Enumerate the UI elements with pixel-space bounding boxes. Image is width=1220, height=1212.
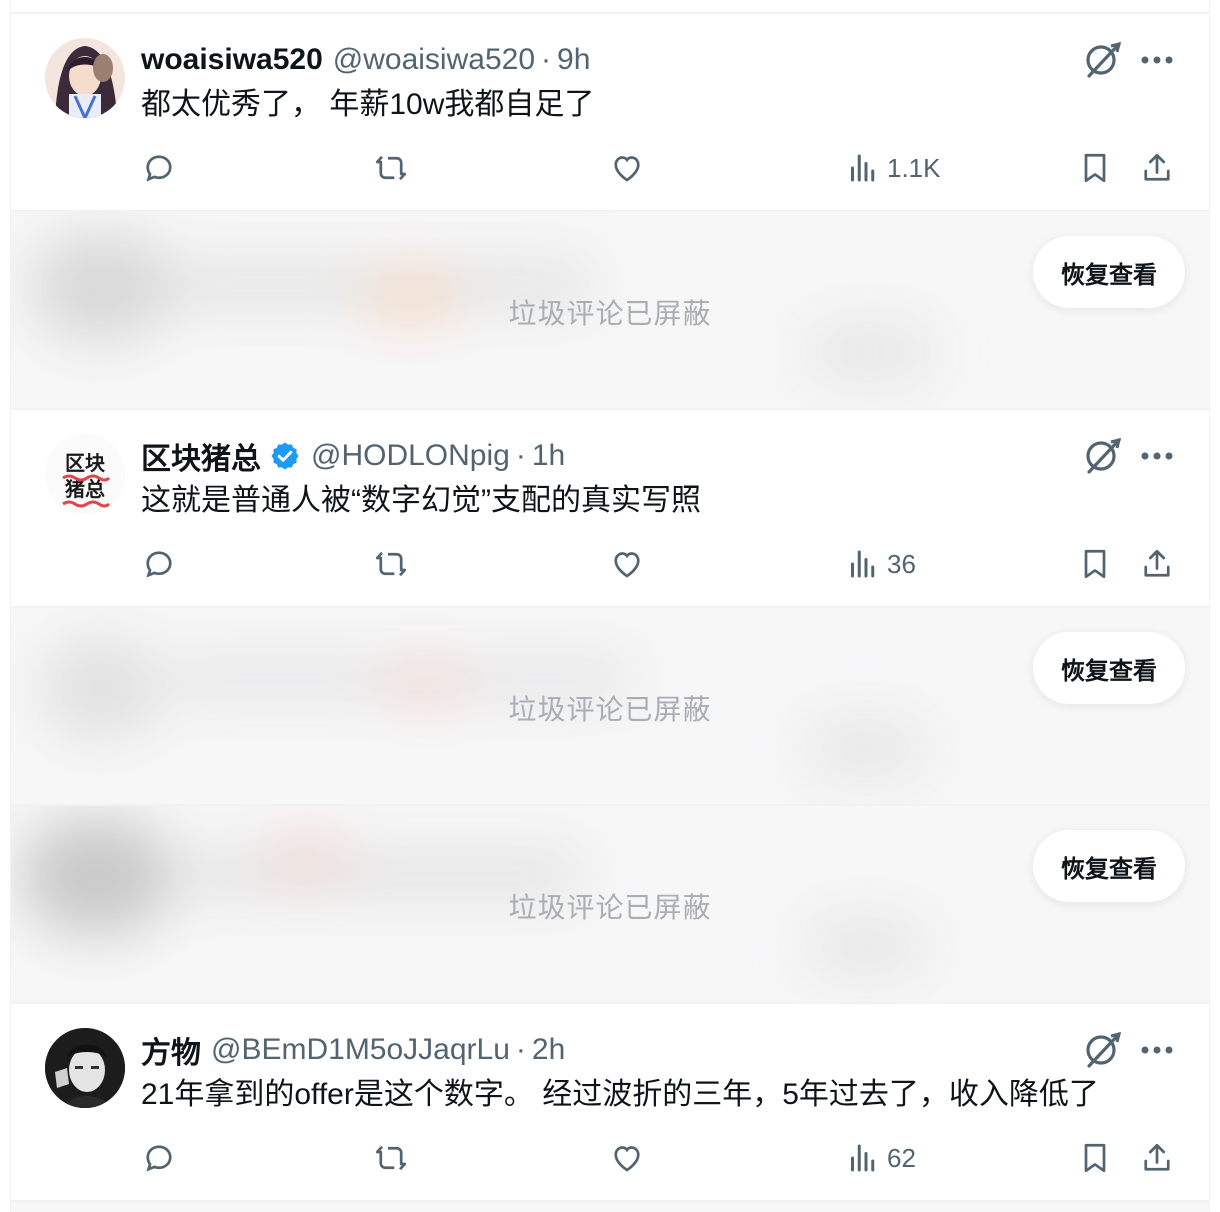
retweet-icon: [375, 1145, 407, 1171]
like-icon: [614, 552, 640, 578]
separator: ·: [541, 43, 552, 76]
views-button[interactable]: 1.1K: [845, 144, 941, 192]
restore-view-button[interactable]: 恢复查看: [1033, 632, 1185, 704]
bookmark-icon: [1084, 153, 1106, 183]
retweet-button[interactable]: [373, 1134, 409, 1182]
views-count: 62: [887, 1142, 916, 1173]
tweet[interactable]: 方物 @BEmD1M5oJJaqrLu · 2h 21年拿到的offer是这个数…: [11, 1004, 1209, 1202]
bookmark-icon: [1084, 549, 1106, 579]
tweet-text: 21年拿到的offer是这个数字。 经过波折的三年，5年过去了，收入降低了: [141, 1078, 1099, 1111]
reply-button[interactable]: [141, 1134, 177, 1182]
tweet[interactable]: woaisiwa520 @woaisiwa520 · 9h 都太优秀了， 年薪1…: [11, 12, 1209, 212]
bookmark-button[interactable]: [1077, 144, 1113, 192]
share-button[interactable]: [1139, 144, 1175, 192]
timestamp[interactable]: 9h: [557, 43, 590, 77]
hidden-reply: 垃圾评论已屏蔽 恢复查看: [11, 806, 1209, 1004]
retweet-icon: [375, 551, 407, 577]
like-icon: [614, 1146, 640, 1172]
display-name[interactable]: 方物: [141, 1028, 201, 1072]
bookmark-icon: [1084, 1143, 1106, 1173]
tweet-text: 都太优秀了， 年薪10w我都自足了: [141, 88, 595, 121]
more-icon[interactable]: [1135, 38, 1179, 82]
restore-view-button[interactable]: 恢复查看: [1033, 830, 1185, 902]
retweet-button[interactable]: [373, 540, 409, 588]
share-button[interactable]: [1139, 540, 1175, 588]
avatar-text-top: 区块: [65, 451, 106, 475]
grok-icon[interactable]: [1081, 38, 1125, 82]
hidden-label: 垃圾评论已屏蔽: [508, 892, 712, 923]
share-button[interactable]: [1139, 1134, 1175, 1182]
grok-icon[interactable]: [1081, 434, 1125, 478]
tweet[interactable]: 区块 猪总 区块猪总 @HODLONpig · 1h 这就是普通人被“数字幻觉”…: [11, 410, 1209, 608]
share-icon: [1144, 153, 1170, 181]
tweet-header: 区块猪总 @HODLONpig · 1h: [141, 434, 565, 478]
reply-button[interactable]: [141, 144, 177, 192]
action-bar: 1.1K: [11, 144, 1209, 192]
tweet-header: woaisiwa520 @woaisiwa520 · 9h: [141, 38, 590, 82]
reply-button[interactable]: [141, 540, 177, 588]
action-bar: 62: [11, 1134, 1209, 1182]
avatar[interactable]: 区块 猪总: [45, 434, 125, 514]
views-count: 1.1K: [887, 152, 941, 183]
timestamp[interactable]: 1h: [532, 439, 565, 473]
like-button[interactable]: [609, 540, 645, 588]
avatar[interactable]: [45, 1028, 125, 1108]
retweet-icon: [375, 155, 407, 181]
hidden-label: 垃圾评论已屏蔽: [508, 298, 712, 329]
user-handle[interactable]: @BEmD1M5oJJaqrLu: [211, 1033, 510, 1067]
separator: ·: [515, 1033, 526, 1066]
hidden-reply: 垃圾评论已屏蔽 恢复查看: [11, 608, 1209, 806]
more-icon[interactable]: [1135, 434, 1179, 478]
user-handle[interactable]: @woaisiwa520: [333, 43, 535, 77]
hidden-reply-partial: [11, 1202, 1209, 1212]
hidden-label: 垃圾评论已屏蔽: [508, 694, 712, 725]
avatar[interactable]: [45, 38, 125, 118]
views-button[interactable]: 62: [845, 1134, 916, 1182]
user-handle[interactable]: @HODLONpig: [311, 439, 510, 473]
grok-icon[interactable]: [1081, 1028, 1125, 1072]
views-button[interactable]: 36: [845, 540, 916, 588]
timestamp[interactable]: 2h: [532, 1033, 565, 1067]
views-icon: [851, 1144, 875, 1172]
retweet-button[interactable]: [373, 144, 409, 192]
views-icon: [851, 154, 875, 182]
verified-badge-icon: [269, 440, 301, 472]
display-name[interactable]: woaisiwa520: [141, 43, 323, 77]
share-icon: [1144, 549, 1170, 577]
more-icon[interactable]: [1135, 1028, 1179, 1072]
like-button[interactable]: [609, 144, 645, 192]
like-icon: [614, 156, 640, 182]
reply-icon: [146, 1145, 172, 1172]
views-count: 36: [887, 548, 916, 579]
hidden-reply: 垃圾评论已屏蔽 恢复查看: [11, 212, 1209, 410]
tweet-text: 这就是普通人被“数字幻觉”支配的真实写照: [141, 484, 701, 517]
display-name[interactable]: 区块猪总: [141, 434, 261, 478]
like-button[interactable]: [609, 1134, 645, 1182]
bookmark-button[interactable]: [1077, 1134, 1113, 1182]
action-bar: 36: [11, 540, 1209, 588]
bookmark-button[interactable]: [1077, 540, 1113, 588]
separator: ·: [515, 439, 526, 472]
reply-feed: woaisiwa520 @woaisiwa520 · 9h 都太优秀了， 年薪1…: [10, 0, 1210, 1212]
reply-icon: [146, 551, 172, 578]
restore-view-button[interactable]: 恢复查看: [1033, 236, 1185, 308]
share-icon: [1144, 1143, 1170, 1171]
views-icon: [851, 550, 875, 578]
reply-icon: [146, 155, 172, 182]
tweet-header: 方物 @BEmD1M5oJJaqrLu · 2h: [141, 1028, 565, 1072]
